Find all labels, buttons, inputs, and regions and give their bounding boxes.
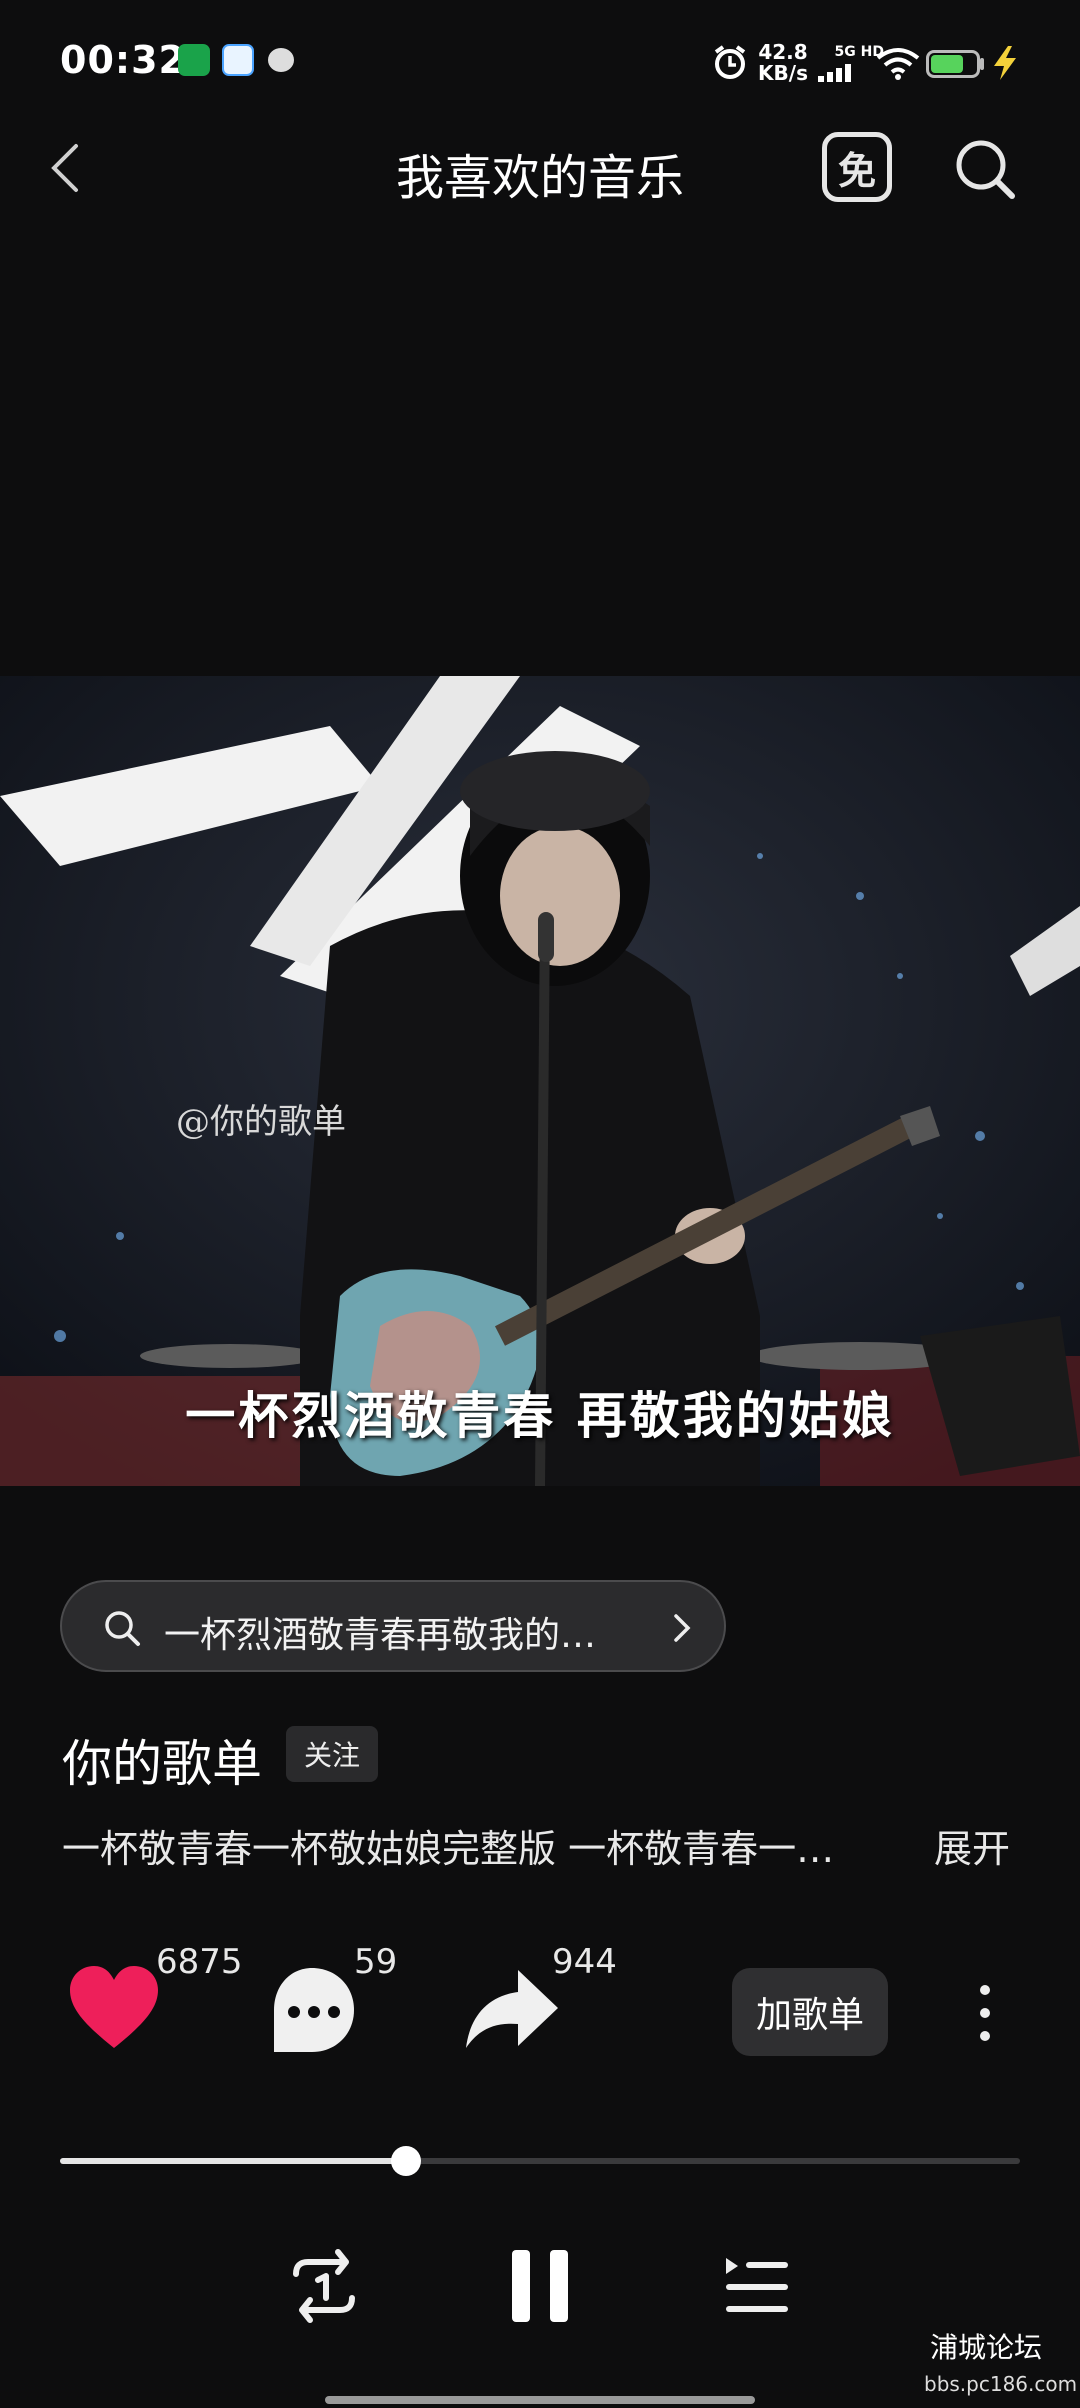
wifi-icon bbox=[876, 48, 920, 80]
expand-link[interactable]: 展开 bbox=[934, 1818, 1010, 1873]
video-subtitle: 一杯烈酒敬青春 再敬我的姑娘 bbox=[185, 1386, 895, 1445]
like-heart-icon[interactable] bbox=[64, 1960, 164, 2060]
video-player[interactable]: @你的歌单 一杯烈酒敬青春 再敬我的姑娘 bbox=[0, 676, 1080, 1486]
alarm-icon bbox=[714, 45, 746, 79]
battery-cap bbox=[980, 58, 984, 70]
search-icon bbox=[105, 1611, 140, 1646]
chevron-right-icon bbox=[674, 1614, 691, 1642]
video-frame bbox=[0, 676, 1080, 1486]
progress-bar[interactable] bbox=[60, 2158, 1020, 2164]
follow-button[interactable]: 关注 bbox=[286, 1726, 378, 1782]
related-search-text: 一杯烈酒敬青春再敬我的… bbox=[164, 1615, 597, 1656]
forum-watermark-name: 浦城论坛 bbox=[930, 2331, 1043, 2364]
charging-icon bbox=[994, 46, 1016, 80]
playlist-queue-icon[interactable] bbox=[716, 2244, 796, 2328]
search-icon[interactable] bbox=[950, 134, 1020, 204]
like-count: 6875 bbox=[156, 1942, 243, 1982]
progress-fill bbox=[60, 2158, 406, 2164]
signal-icon bbox=[818, 64, 851, 82]
status-time: 00:32 bbox=[60, 38, 186, 82]
net-speed-value: 42.8 bbox=[758, 40, 808, 64]
forum-watermark-url: bbs.pc186.com bbox=[924, 2372, 1078, 2396]
app-notification-icon bbox=[222, 44, 254, 76]
video-watermark: @你的歌单 bbox=[176, 1102, 346, 1142]
net-speed-unit: KB/s bbox=[758, 61, 808, 85]
track-description: 一杯敬青春一杯敬姑娘完整版 一杯敬青春一… bbox=[62, 1827, 835, 1871]
free-mode-button[interactable]: 免 bbox=[822, 132, 892, 202]
battery-icon bbox=[926, 50, 980, 78]
share-count: 944 bbox=[552, 1942, 617, 1982]
app-notification-icon bbox=[178, 44, 210, 76]
author-name[interactable]: 你的歌单 bbox=[62, 1724, 262, 1796]
related-search-pill[interactable]: 一杯烈酒敬青春再敬我的… bbox=[60, 1580, 726, 1672]
app-notification-icon bbox=[268, 48, 294, 72]
progress-thumb[interactable] bbox=[390, 2146, 421, 2176]
page-title: 我喜欢的音乐 bbox=[395, 150, 684, 206]
pause-icon[interactable] bbox=[500, 2244, 580, 2328]
net-speed: 42.8 KB/s bbox=[758, 42, 808, 84]
comment-count: 59 bbox=[354, 1942, 398, 1982]
repeat-one-icon[interactable] bbox=[284, 2244, 364, 2328]
home-indicator[interactable] bbox=[325, 2396, 755, 2404]
more-icon[interactable] bbox=[970, 1980, 1000, 2046]
share-icon[interactable] bbox=[462, 1960, 562, 2060]
add-to-playlist-button[interactable]: 加歌单 bbox=[732, 1968, 888, 2056]
comment-icon[interactable] bbox=[262, 1960, 362, 2060]
